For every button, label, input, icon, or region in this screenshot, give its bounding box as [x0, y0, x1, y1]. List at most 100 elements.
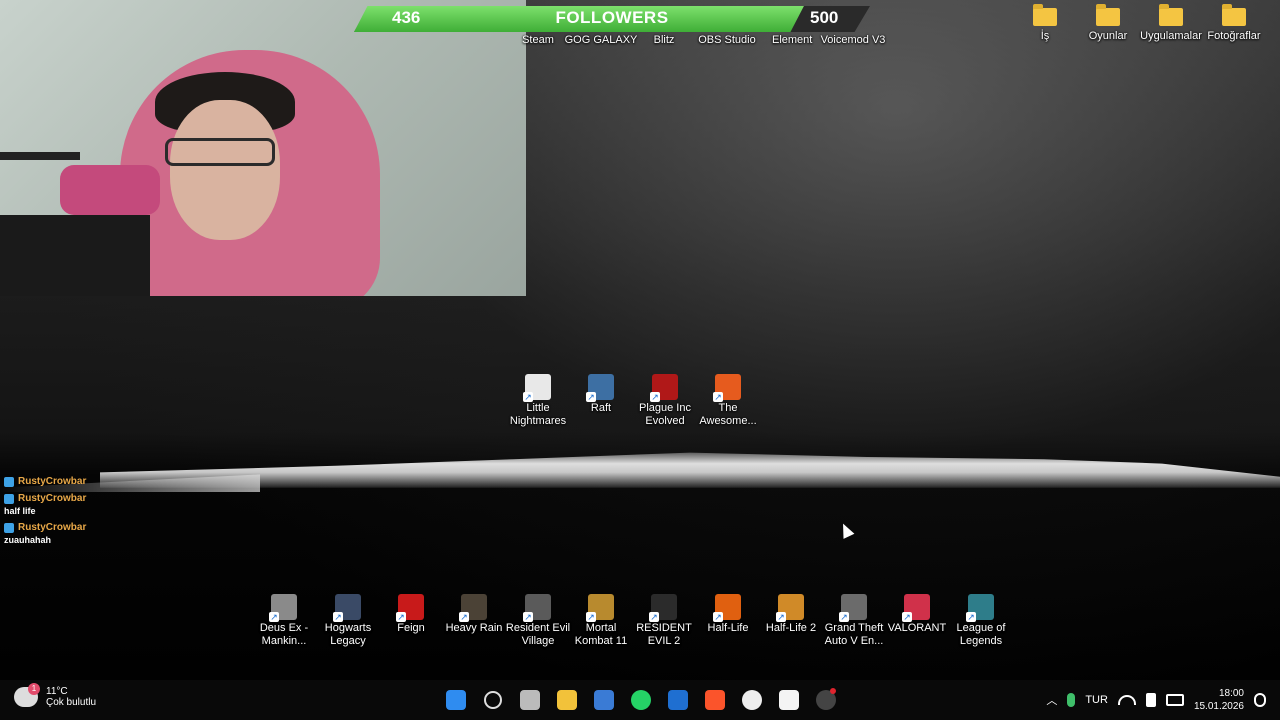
top-app-row: Steam GOG GALAXY Blitz OBS Studio Elemen…: [520, 34, 898, 47]
weather-widget[interactable]: 1 11°C Çok bulutlu: [14, 683, 97, 708]
desktop-icon-blitz[interactable]: Blitz: [646, 34, 682, 47]
desktop-icon-half-life-2[interactable]: ↗ Half-Life 2: [757, 594, 825, 635]
task-view-button[interactable]: [514, 684, 546, 716]
desktop-icon-feign[interactable]: ↗ Feign: [377, 594, 445, 635]
notifications-icon[interactable]: [1254, 693, 1266, 707]
file-explorer-button[interactable]: [551, 684, 583, 716]
chat-message: RustyCrowbar: [4, 476, 324, 487]
language-indicator[interactable]: TUR: [1085, 694, 1108, 706]
clock[interactable]: 18:00 15.01.2026: [1194, 687, 1244, 713]
notion-button[interactable]: [773, 684, 805, 716]
desktop-icon-mortal-kombat-11[interactable]: ↗ Mortal Kombat 11: [567, 594, 635, 648]
desktop-icon-label: Half-Life 2: [765, 622, 817, 634]
desktop-icon-element[interactable]: Element: [772, 34, 812, 47]
desktop-icon-label: Little Nightmares: [509, 402, 567, 427]
resident-evil-village-icon: ↗: [523, 594, 551, 622]
search-button[interactable]: [477, 684, 509, 716]
the-awesome-icon: ↗: [713, 374, 741, 402]
little-nightmares-icon: ↗: [523, 374, 551, 402]
chat-user-row: RustyCrowbar: [4, 522, 324, 533]
task-view-icon: [520, 690, 540, 710]
desktop-icon-raft[interactable]: ↗ Raft: [567, 374, 635, 415]
desktop-icon-valorant[interactable]: ↗ VALORANT: [883, 594, 951, 635]
volume-icon[interactable]: [1145, 693, 1156, 707]
outlook-button[interactable]: [662, 684, 694, 716]
chatgpt-button[interactable]: [736, 684, 768, 716]
desktop-folder-uygulamalar[interactable]: Uygulamalar: [1137, 4, 1205, 43]
chat-text: zuauhahah: [4, 535, 52, 545]
desktop-icon-hogwarts-legacy[interactable]: ↗ Hogwarts Legacy: [314, 594, 382, 648]
chat-username: RustyCrowbar: [18, 476, 87, 487]
webcam-mic-arm: [0, 152, 80, 160]
chat-badge-icon: [4, 493, 14, 504]
desktop-icon-voicemod[interactable]: Voicemod V3: [808, 34, 898, 47]
desktop-icon-label: The Awesome...: [699, 402, 757, 427]
chevron-up-icon[interactable]: ︿: [1046, 692, 1057, 708]
clock-time: 18:00: [1218, 688, 1244, 699]
desktop-folder-oyunlar[interactable]: Oyunlar: [1074, 4, 1142, 43]
deus-ex-icon: ↗: [269, 594, 297, 622]
system-tray: ︿ TUR 18:00 15.01.2026: [1046, 684, 1266, 716]
desktop-icon-deus-ex[interactable]: ↗ Deus Ex - Mankin...: [250, 594, 318, 648]
microsoft-store-icon: [594, 690, 614, 710]
taskbar: 1 11°C Çok bulutlu ︿ TUR 18:00 15.01.202…: [0, 680, 1280, 720]
recording-indicator: [830, 688, 836, 694]
webcam-glasses: [165, 138, 275, 166]
chat-user-row: RustyCrowbar: [4, 476, 324, 487]
webcam-face: [170, 100, 280, 240]
desktop-icon-label: Deus Ex - Mankin...: [259, 622, 309, 647]
chatgpt-icon: [742, 690, 762, 710]
desktop-folder-is[interactable]: İş: [1011, 4, 1079, 43]
wifi-icon[interactable]: [1117, 695, 1136, 705]
desktop-icon-obs-studio[interactable]: OBS Studio: [682, 34, 772, 47]
desktop-icon-label: Uygulamalar: [1140, 30, 1202, 42]
stream-chat-overlay: RustyCrowbar RustyCrowbar half life Rust…: [4, 476, 324, 551]
desktop-icon-gog-galaxy[interactable]: GOG GALAXY: [556, 34, 646, 47]
obs-button[interactable]: [810, 684, 842, 716]
weather-condition: Çok bulutlu: [46, 697, 97, 708]
desktop-icon-little-nightmares[interactable]: ↗ Little Nightmares: [504, 374, 572, 428]
plague-inc-icon: ↗: [650, 374, 678, 402]
start-button[interactable]: [440, 684, 472, 716]
desktop-icon-resident-evil-2[interactable]: ↗ RESIDENT EVIL 2: [630, 594, 698, 648]
desktop-icon-half-life[interactable]: ↗ Half-Life: [694, 594, 762, 635]
desktop-icon-label: Steam: [522, 34, 554, 46]
feign-icon: ↗: [396, 594, 424, 622]
folder-icon: [1033, 4, 1057, 26]
whatsapp-button[interactable]: [625, 684, 657, 716]
chat-message: RustyCrowbar zuauhahah: [4, 522, 324, 545]
desktop-folder-fotograflar[interactable]: Fotoğraflar: [1200, 4, 1268, 43]
desktop-icon-label: Raft: [590, 402, 612, 414]
desktop-icon-label: League of Legends: [956, 622, 1006, 647]
desktop-icon-the-awesome[interactable]: ↗ The Awesome...: [694, 374, 762, 428]
heavy-rain-icon: ↗: [459, 594, 487, 622]
desktop-icon-label: VALORANT: [887, 622, 947, 634]
battery-icon[interactable]: [1165, 694, 1184, 706]
desktop-icon-plague-inc[interactable]: ↗ Plague Inc Evolved: [631, 374, 699, 428]
microphone-icon[interactable]: [1067, 693, 1076, 707]
start-icon: [446, 690, 466, 710]
brave-button[interactable]: [699, 684, 731, 716]
valorant-icon: ↗: [902, 594, 930, 622]
desktop-icon-gta-v[interactable]: ↗ Grand Theft Auto V En...: [820, 594, 888, 648]
desktop-icon-resident-evil-village[interactable]: ↗ Resident Evil Village: [504, 594, 572, 648]
desktop-icon-label: Heavy Rain: [445, 622, 503, 634]
chat-text: half life: [4, 506, 36, 516]
desktop-icon-label: Resident Evil Village: [505, 622, 571, 647]
search-icon: [484, 691, 502, 709]
followers-label: FOLLOWERS: [555, 8, 669, 27]
desktop-icon-label: İş: [1040, 30, 1050, 42]
gta-v-icon: ↗: [839, 594, 867, 622]
mortal-kombat-icon: ↗: [586, 594, 614, 622]
raft-icon: ↗: [586, 374, 614, 402]
chat-username: RustyCrowbar: [18, 522, 87, 533]
desktop-icon-league-of-legends[interactable]: ↗ League of Legends: [947, 594, 1015, 648]
microsoft-store-button[interactable]: [588, 684, 620, 716]
chat-username: RustyCrowbar: [18, 493, 87, 504]
desktop-icon-heavy-rain[interactable]: ↗ Heavy Rain: [440, 594, 508, 635]
desktop-icon-steam[interactable]: Steam: [520, 34, 556, 47]
cloud-icon: 1: [14, 683, 40, 707]
desktop-icon-label: Blitz: [653, 34, 675, 46]
clock-date: 15.01.2026: [1193, 701, 1244, 712]
outlook-icon: [668, 690, 688, 710]
